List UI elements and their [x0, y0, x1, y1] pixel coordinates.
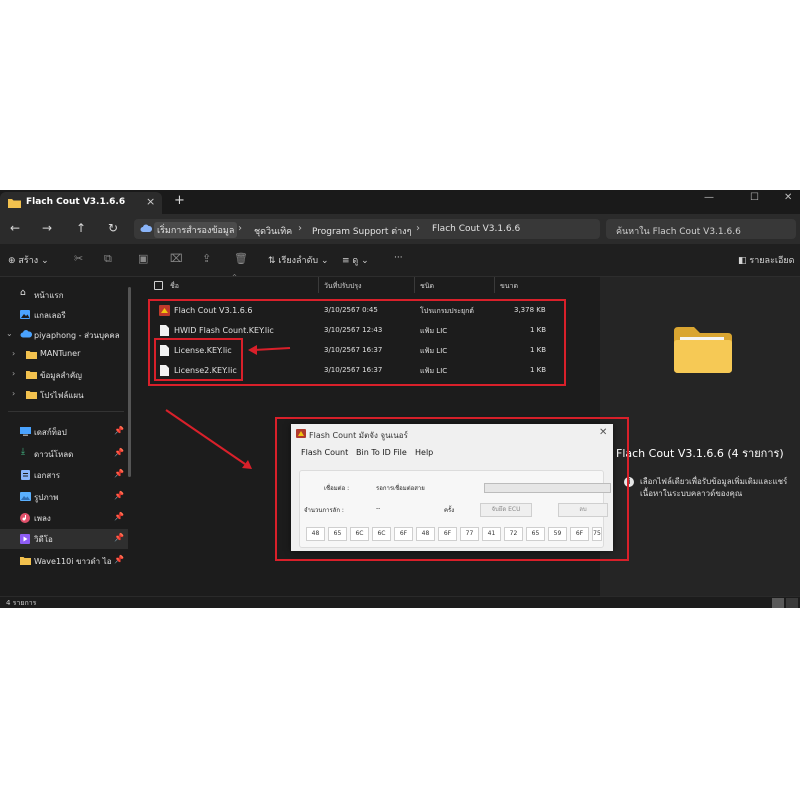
times-label: ครั้ง: [444, 507, 455, 514]
app-logo-icon: [296, 429, 306, 438]
read-ecu-button[interactable]: จับยึด ECU: [480, 503, 532, 517]
connect-label: เชื่อมต่อ :: [324, 485, 350, 492]
hex-cell: 72: [504, 527, 523, 541]
hex-cell: 6C: [350, 527, 369, 541]
hex-cell: 48: [416, 527, 435, 541]
menu-flash-count[interactable]: Flash Count: [301, 448, 348, 457]
progress-bar: [484, 483, 611, 493]
hex-cell: 41: [482, 527, 501, 541]
hex-cell: 6C: [372, 527, 391, 541]
hex-cell: 6F: [438, 527, 457, 541]
dialog-close-icon[interactable]: ✕: [599, 427, 607, 438]
hex-cell: 59: [548, 527, 567, 541]
clear-button[interactable]: ลบ: [558, 503, 608, 517]
hex-cell: 6F: [394, 527, 413, 541]
hex-cell: 65: [328, 527, 347, 541]
count-value: --: [376, 505, 381, 512]
hex-cell: 48: [306, 527, 325, 541]
count-label: จำนวนการลัก :: [304, 507, 344, 514]
hex-cell: 77: [460, 527, 479, 541]
menu-help[interactable]: Help: [415, 448, 433, 457]
connect-status: รอการเชื่อมต่อสาย: [376, 485, 425, 492]
annotation-arrows: [165, 345, 291, 469]
hex-cell: 75: [592, 527, 602, 541]
hex-cell: 65: [526, 527, 545, 541]
hex-cell: 6F: [570, 527, 589, 541]
flash-count-dialog: Flash Count มัตจัง จูนเนอร์ ✕ Flash Coun…: [291, 424, 613, 551]
menu-bin-to-id-file[interactable]: Bin To ID File: [356, 448, 407, 457]
dialog-title: Flash Count มัตจัง จูนเนอร์: [309, 431, 408, 440]
status-group: เชื่อมต่อ : รอการเชื่อมต่อสาย จำนวนการลั…: [299, 470, 611, 548]
